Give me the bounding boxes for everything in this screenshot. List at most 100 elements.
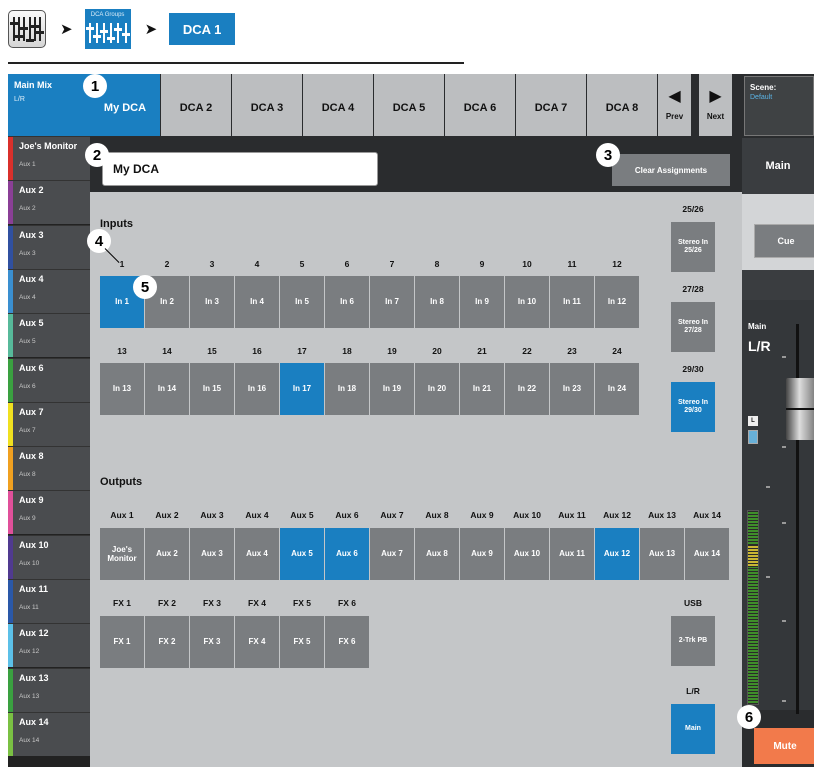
mix-list-item[interactable]: Aux 6 Aux 6: [8, 357, 90, 402]
mute-button[interactable]: Mute: [754, 728, 814, 764]
mix-list-item[interactable]: Aux 2 Aux 2: [8, 180, 90, 225]
input-assign-button[interactable]: In 6: [325, 276, 369, 328]
mix-color-stripe: [8, 358, 13, 402]
mix-list-item[interactable]: Aux 10 Aux 10: [8, 534, 90, 579]
aux-assign-button[interactable]: Aux 2: [145, 528, 189, 580]
mix-list-item[interactable]: Aux 14 Aux 14: [8, 711, 90, 756]
input-assign-button[interactable]: In 12: [595, 276, 639, 328]
main-tab[interactable]: Main: [742, 138, 814, 194]
input-assign-button[interactable]: In 19: [370, 363, 414, 415]
usb-assign-button[interactable]: 2-Trk PB: [671, 616, 715, 666]
input-assign-button[interactable]: In 15: [190, 363, 234, 415]
mix-name: Aux 10: [19, 539, 49, 550]
main-mix-button[interactable]: Main Mix L/R: [8, 74, 90, 136]
mix-list-item[interactable]: Aux 4 Aux 4: [8, 268, 90, 313]
input-assign-button[interactable]: In 14: [145, 363, 189, 415]
input-assign-button[interactable]: In 21: [460, 363, 504, 415]
aux-assign-button[interactable]: Joe's Monitor: [100, 528, 144, 580]
mix-name: Aux 6: [19, 362, 44, 373]
next-arrow-icon: ▶: [709, 88, 722, 105]
fx-output-label: FX 4: [248, 598, 266, 608]
stereo-input-assign-button[interactable]: Stereo In 27/28: [671, 302, 715, 352]
fx-assign-button[interactable]: FX 1: [100, 616, 144, 668]
aux-assign-button[interactable]: Aux 3: [190, 528, 234, 580]
mix-list-item[interactable]: Joe's Monitor Aux 1: [8, 136, 90, 180]
aux-assign-button[interactable]: Aux 10: [505, 528, 549, 580]
mix-name: Aux 2: [19, 185, 44, 196]
input-assign-button[interactable]: In 11: [550, 276, 594, 328]
input-assign-button[interactable]: In 17: [280, 363, 324, 415]
mix-list-item[interactable]: Aux 9 Aux 9: [8, 490, 90, 535]
input-assign-button[interactable]: In 24: [595, 363, 639, 415]
input-assign-button[interactable]: In 18: [325, 363, 369, 415]
mix-list-item[interactable]: Aux 5 Aux 5: [8, 313, 90, 358]
input-assign-button[interactable]: In 9: [460, 276, 504, 328]
mix-color-stripe: [8, 181, 13, 225]
mixer-home-icon[interactable]: [8, 10, 46, 48]
input-assign-button[interactable]: In 16: [235, 363, 279, 415]
main-lr-assign-button[interactable]: Main: [671, 704, 715, 754]
fx-assign-button[interactable]: FX 4: [235, 616, 279, 668]
aux-assign-button[interactable]: Aux 6: [325, 528, 369, 580]
fx-assign-button[interactable]: FX 3: [190, 616, 234, 668]
input-assign-button[interactable]: In 5: [280, 276, 324, 328]
aux-assign-button[interactable]: Aux 13: [640, 528, 684, 580]
mix-list-item[interactable]: Aux 11 Aux 11: [8, 579, 90, 623]
prev-button[interactable]: ◀ Prev: [658, 74, 692, 136]
mix-name: Aux 8: [19, 451, 44, 462]
input-assign-button[interactable]: In 13: [100, 363, 144, 415]
aux-assign-button[interactable]: Aux 9: [460, 528, 504, 580]
fx-assign-button[interactable]: FX 5: [280, 616, 324, 668]
input-assign-button[interactable]: In 7: [370, 276, 414, 328]
input-assign-button[interactable]: In 10: [505, 276, 549, 328]
input-assign-button[interactable]: In 22: [505, 363, 549, 415]
aux-assign-button[interactable]: Aux 12: [595, 528, 639, 580]
mix-list-item[interactable]: Aux 13 Aux 13: [8, 667, 90, 712]
aux-assign-button[interactable]: Aux 4: [235, 528, 279, 580]
dca-groups-icon[interactable]: DCA Groups: [84, 9, 131, 49]
input-number-label: 11: [567, 259, 577, 269]
tab-dca-8[interactable]: DCA 8: [587, 74, 658, 136]
outputs-heading: Outputs: [100, 476, 143, 488]
fader-scale-tick: [782, 620, 786, 622]
scene-display[interactable]: Scene: Default: [744, 76, 814, 136]
input-assign-button[interactable]: In 8: [415, 276, 459, 328]
tab-dca-4[interactable]: DCA 4: [303, 74, 374, 136]
channel-select-indicator[interactable]: [748, 430, 758, 444]
tab-dca-2[interactable]: DCA 2: [161, 74, 232, 136]
aux-output-label: Aux 12: [603, 510, 631, 520]
mix-color-stripe: [8, 712, 13, 756]
fx-assign-button[interactable]: FX 2: [145, 616, 189, 668]
aux-assign-button[interactable]: Aux 11: [550, 528, 594, 580]
tab-dca-5[interactable]: DCA 5: [374, 74, 445, 136]
input-assign-button[interactable]: In 20: [415, 363, 459, 415]
input-assign-button[interactable]: In 3: [190, 276, 234, 328]
aux-assign-button[interactable]: Aux 8: [415, 528, 459, 580]
aux-output-label: Aux 10: [513, 510, 541, 520]
mix-list-item[interactable]: Aux 8 Aux 8: [8, 446, 90, 491]
main-fader-knob[interactable]: [786, 378, 814, 440]
tab-dca-3[interactable]: DCA 3: [232, 74, 303, 136]
clear-assignments-button[interactable]: Clear Assignments: [612, 154, 730, 186]
fader-scale-tick: [782, 446, 786, 448]
mix-list-item[interactable]: Aux 3 Aux 3: [8, 224, 90, 269]
input-assign-button[interactable]: In 4: [235, 276, 279, 328]
cue-button[interactable]: Cue: [754, 224, 814, 258]
mix-list-item[interactable]: Aux 12 Aux 12: [8, 623, 90, 668]
mix-sub: Aux 10: [19, 559, 40, 567]
mix-sub: Aux 2: [19, 205, 36, 213]
fx-assign-button[interactable]: FX 6: [325, 616, 369, 668]
callout-3: 3: [596, 143, 620, 167]
aux-assign-button[interactable]: Aux 7: [370, 528, 414, 580]
aux-assign-button[interactable]: Aux 5: [280, 528, 324, 580]
stereo-input-assign-button[interactable]: Stereo In 25/26: [671, 222, 715, 272]
mix-list-item[interactable]: Aux 7 Aux 7: [8, 401, 90, 446]
tab-dca-7[interactable]: DCA 7: [516, 74, 587, 136]
aux-output-label: Aux 14: [693, 510, 721, 520]
tab-dca-6[interactable]: DCA 6: [445, 74, 516, 136]
dca-name-field[interactable]: My DCA: [102, 152, 378, 186]
aux-assign-button[interactable]: Aux 14: [685, 528, 729, 580]
input-assign-button[interactable]: In 23: [550, 363, 594, 415]
next-button[interactable]: ▶ Next: [699, 74, 733, 136]
stereo-input-assign-button[interactable]: Stereo In 29/30: [671, 382, 715, 432]
